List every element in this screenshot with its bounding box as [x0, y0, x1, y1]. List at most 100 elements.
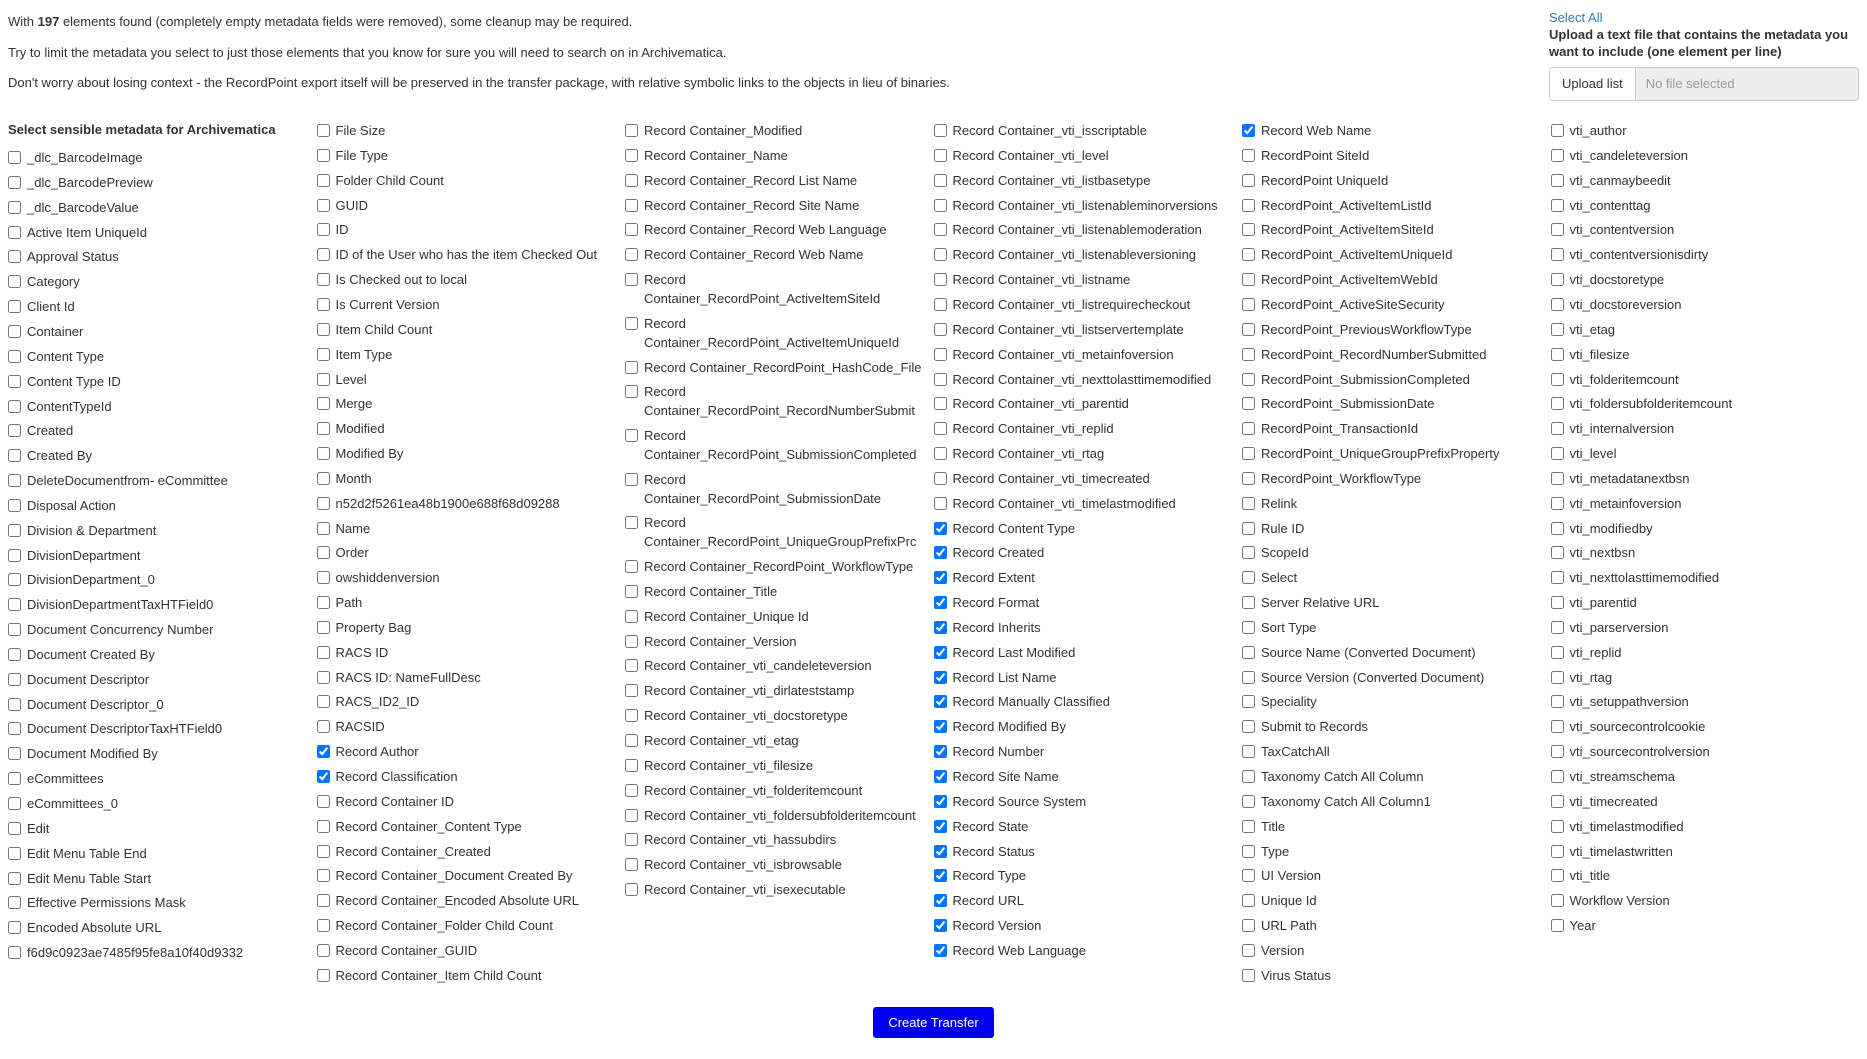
metadata-checkbox[interactable] [317, 894, 330, 907]
metadata-checkbox[interactable] [1551, 845, 1564, 858]
metadata-checkbox[interactable] [1242, 546, 1255, 559]
metadata-checkbox[interactable] [8, 946, 21, 959]
metadata-label[interactable]: Record Container_vti_listenableminorvers… [953, 197, 1218, 216]
metadata-checkbox[interactable] [1242, 770, 1255, 783]
metadata-checkbox[interactable] [317, 869, 330, 882]
metadata-label[interactable]: Rule ID [1261, 520, 1304, 539]
metadata-label[interactable]: Record Container_vti_timelastmodified [953, 495, 1176, 514]
metadata-checkbox[interactable] [625, 709, 638, 722]
metadata-checkbox[interactable] [934, 149, 947, 162]
metadata-label[interactable]: _dlc_BarcodeValue [27, 199, 139, 218]
metadata-label[interactable]: Record URL [953, 892, 1025, 911]
metadata-checkbox[interactable] [934, 546, 947, 559]
metadata-label[interactable]: vti_foldersubfolderitemcount [1570, 395, 1733, 414]
metadata-label[interactable]: Record Number [953, 743, 1045, 762]
metadata-label[interactable]: RACS ID [336, 644, 389, 663]
metadata-checkbox[interactable] [8, 747, 21, 760]
metadata-label[interactable]: Edit Menu Table Start [27, 870, 151, 889]
metadata-label[interactable]: vti_nextbsn [1570, 544, 1636, 563]
metadata-label[interactable]: Path [336, 594, 363, 613]
metadata-label[interactable]: Virus Status [1261, 967, 1331, 986]
metadata-checkbox[interactable] [1242, 745, 1255, 758]
metadata-checkbox[interactable] [934, 472, 947, 485]
metadata-checkbox[interactable] [1242, 671, 1255, 684]
metadata-checkbox[interactable] [1242, 397, 1255, 410]
metadata-label[interactable]: Record Version [953, 917, 1042, 936]
metadata-checkbox[interactable] [8, 300, 21, 313]
metadata-label[interactable]: RecordPoint_UniqueGroupPrefixProperty [1261, 445, 1499, 464]
metadata-label[interactable]: Document Descriptor_0 [27, 696, 164, 715]
metadata-checkbox[interactable] [625, 659, 638, 672]
metadata-checkbox[interactable] [934, 795, 947, 808]
metadata-checkbox[interactable] [1551, 621, 1564, 634]
metadata-label[interactable]: Created By [27, 447, 92, 466]
metadata-label[interactable]: Record Container_vti_hassubdirs [644, 831, 836, 850]
metadata-checkbox[interactable] [8, 524, 21, 537]
metadata-checkbox[interactable] [317, 149, 330, 162]
metadata-checkbox[interactable] [934, 298, 947, 311]
metadata-label[interactable]: RecordPoint_RecordNumberSubmitted [1261, 346, 1486, 365]
metadata-checkbox[interactable] [317, 373, 330, 386]
metadata-checkbox[interactable] [8, 822, 21, 835]
metadata-label[interactable]: vti_parentid [1570, 594, 1637, 613]
metadata-checkbox[interactable] [625, 429, 638, 442]
metadata-checkbox[interactable] [1242, 919, 1255, 932]
metadata-checkbox[interactable] [625, 610, 638, 623]
metadata-label[interactable]: Is Checked out to local [336, 271, 468, 290]
metadata-checkbox[interactable] [1242, 646, 1255, 659]
metadata-label[interactable]: Content Type ID [27, 373, 121, 392]
metadata-label[interactable]: Record Container_vti_metainfoversion [953, 346, 1174, 365]
metadata-label[interactable]: vti_streamschema [1570, 768, 1675, 787]
metadata-checkbox[interactable] [8, 549, 21, 562]
metadata-checkbox[interactable] [625, 124, 638, 137]
metadata-label[interactable]: ContentTypeId [27, 398, 112, 417]
metadata-label[interactable]: Record Container_vti_timecreated [953, 470, 1150, 489]
metadata-checkbox[interactable] [1551, 323, 1564, 336]
metadata-checkbox[interactable] [317, 298, 330, 311]
metadata-label[interactable]: File Size [336, 122, 386, 141]
metadata-checkbox[interactable] [934, 671, 947, 684]
upload-list-button[interactable]: Upload list [1550, 68, 1636, 100]
metadata-label[interactable]: Record List Name [953, 669, 1057, 688]
metadata-checkbox[interactable] [1242, 944, 1255, 957]
metadata-label[interactable]: Record Inherits [953, 619, 1041, 638]
metadata-label[interactable]: vti_internalversion [1570, 420, 1675, 439]
metadata-checkbox[interactable] [1242, 124, 1255, 137]
metadata-checkbox[interactable] [934, 695, 947, 708]
metadata-label[interactable]: GUID [336, 197, 369, 216]
metadata-label[interactable]: n52d2f5261ea48b1900e688f68d09288 [336, 495, 560, 514]
metadata-label[interactable]: RecordPoint_ActiveSiteSecurity [1261, 296, 1445, 315]
metadata-checkbox[interactable] [1551, 397, 1564, 410]
metadata-label[interactable]: Record Container_RecordPoint_WorkflowTyp… [644, 558, 913, 577]
metadata-label[interactable]: URL Path [1261, 917, 1317, 936]
metadata-label[interactable]: Document DescriptorTaxHTField0 [27, 720, 222, 739]
metadata-label[interactable]: Property Bag [336, 619, 412, 638]
metadata-label[interactable]: Record Source System [953, 793, 1087, 812]
metadata-label[interactable]: Record Container_vti_listbasetype [953, 172, 1151, 191]
metadata-checkbox[interactable] [8, 921, 21, 934]
metadata-label[interactable]: RACS_ID2_ID [336, 693, 420, 712]
metadata-checkbox[interactable] [1242, 820, 1255, 833]
metadata-checkbox[interactable] [317, 273, 330, 286]
metadata-checkbox[interactable] [934, 944, 947, 957]
metadata-label[interactable]: Record Container_vti_filesize [644, 757, 813, 776]
metadata-checkbox[interactable] [8, 847, 21, 860]
metadata-checkbox[interactable] [8, 176, 21, 189]
metadata-label[interactable]: Edit [27, 820, 49, 839]
metadata-checkbox[interactable] [1551, 124, 1564, 137]
metadata-checkbox[interactable] [8, 872, 21, 885]
metadata-label[interactable]: Record Container_RecordPoint_UniqueGroup… [644, 514, 926, 552]
metadata-label[interactable]: Select [1261, 569, 1297, 588]
metadata-checkbox[interactable] [317, 770, 330, 783]
metadata-checkbox[interactable] [934, 124, 947, 137]
metadata-checkbox[interactable] [934, 596, 947, 609]
metadata-label[interactable]: Record Container_vti_nexttolasttimemodif… [953, 371, 1212, 390]
metadata-checkbox[interactable] [1242, 795, 1255, 808]
metadata-checkbox[interactable] [317, 447, 330, 460]
metadata-label[interactable]: Record Container_Record List Name [644, 172, 857, 191]
metadata-label[interactable]: RecordPoint_ActiveItemWebId [1261, 271, 1438, 290]
metadata-label[interactable]: Record Created [953, 544, 1045, 563]
metadata-checkbox[interactable] [1242, 373, 1255, 386]
metadata-checkbox[interactable] [1242, 149, 1255, 162]
metadata-checkbox[interactable] [1551, 472, 1564, 485]
